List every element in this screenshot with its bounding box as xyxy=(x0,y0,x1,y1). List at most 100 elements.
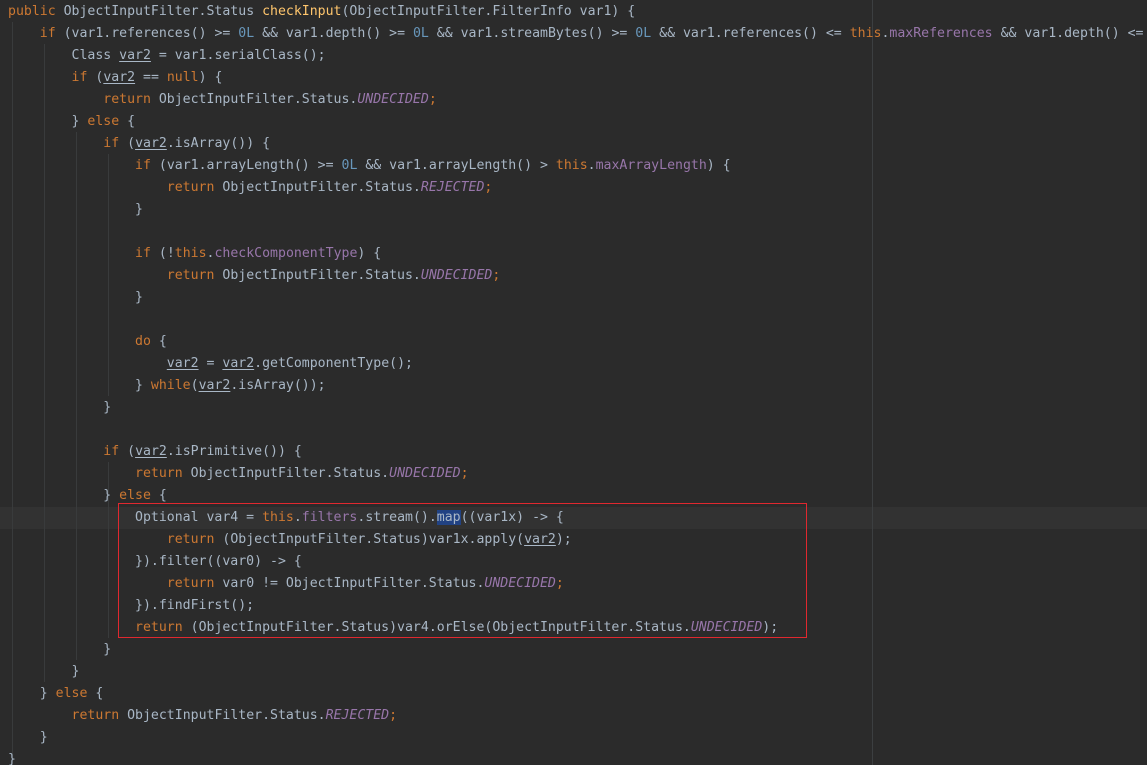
code-token: } xyxy=(8,202,143,217)
code-token: ( xyxy=(190,378,199,393)
code-token: var2 xyxy=(135,136,167,151)
code-token: == xyxy=(135,70,167,85)
code-token: ) { xyxy=(198,70,223,85)
code-line[interactable]: return ObjectInputFilter.Status.UNDECIDE… xyxy=(8,463,1147,485)
code-line[interactable] xyxy=(8,221,1147,243)
code-line[interactable]: return (ObjectInputFilter.Status)var1x.a… xyxy=(8,529,1147,551)
code-token: var0 != ObjectInputFilter.Status. xyxy=(214,576,485,591)
code-line[interactable]: } xyxy=(8,727,1147,749)
code-line[interactable]: }).filter((var0) -> { xyxy=(8,551,1147,573)
code-token: ( xyxy=(119,136,136,151)
code-token: public xyxy=(8,4,56,19)
code-line[interactable]: public ObjectInputFilter.Status checkInp… xyxy=(8,1,1147,23)
code-line[interactable]: return (ObjectInputFilter.Status)var4.or… xyxy=(8,617,1147,639)
code-line[interactable]: Optional var4 = this.filters.stream().ma… xyxy=(8,507,1147,529)
code-line[interactable]: } else { xyxy=(8,111,1147,133)
code-token: } xyxy=(8,730,48,745)
code-editor[interactable]: public ObjectInputFilter.Status checkInp… xyxy=(0,0,1147,765)
code-line[interactable]: if (!this.checkComponentType) { xyxy=(8,243,1147,265)
code-token: var2 xyxy=(135,444,167,459)
code-token: else xyxy=(55,686,88,701)
code-token: ObjectInputFilter.Status. xyxy=(119,708,326,723)
code-token: . xyxy=(293,510,302,525)
code-line[interactable]: } else { xyxy=(8,683,1147,705)
code-token: && var1.streamBytes() >= xyxy=(428,26,636,41)
code-token: do xyxy=(135,334,151,349)
code-token: 0L xyxy=(412,26,429,41)
code-line[interactable]: } xyxy=(8,749,1147,765)
code-token: }).filter((var0) -> { xyxy=(8,554,302,569)
code-line[interactable]: if (var2.isArray()) { xyxy=(8,133,1147,155)
code-token: Optional var4 = xyxy=(8,510,263,525)
code-token: REJECTED xyxy=(420,180,485,195)
code-token: .stream(). xyxy=(357,510,437,525)
code-token: UNDECIDED xyxy=(389,466,461,481)
code-token: && var1.depth() <= xyxy=(992,26,1147,41)
code-token: ; xyxy=(460,466,469,481)
code-token: .isArray()) { xyxy=(166,136,271,151)
code-token: while xyxy=(150,378,191,393)
code-line[interactable]: Class var2 = var1.serialClass(); xyxy=(8,45,1147,67)
code-line[interactable]: if (var1.arrayLength() >= 0L && var1.arr… xyxy=(8,155,1147,177)
code-lines[interactable]: public ObjectInputFilter.Status checkInp… xyxy=(8,1,1147,765)
code-token: if xyxy=(39,26,56,41)
code-token: return xyxy=(166,268,215,283)
code-token: && var1.depth() >= xyxy=(254,26,413,41)
code-line[interactable]: if (var1.references() >= 0L && var1.dept… xyxy=(8,23,1147,45)
code-token: null xyxy=(166,70,199,85)
code-line[interactable]: } xyxy=(8,661,1147,683)
code-token: var2 xyxy=(222,356,255,371)
code-line[interactable]: } xyxy=(8,199,1147,221)
code-line[interactable]: } else { xyxy=(8,485,1147,507)
code-token: REJECTED xyxy=(325,708,390,723)
code-line[interactable]: } xyxy=(8,639,1147,661)
code-line[interactable]: } while(var2.isArray()); xyxy=(8,375,1147,397)
code-token: if xyxy=(135,246,151,261)
code-token: if xyxy=(135,158,151,173)
code-line[interactable] xyxy=(8,419,1147,441)
code-line[interactable]: } xyxy=(8,397,1147,419)
code-token: .getComponentType(); xyxy=(254,356,413,371)
code-line[interactable]: return ObjectInputFilter.Status.UNDECIDE… xyxy=(8,89,1147,111)
code-line[interactable]: return ObjectInputFilter.Status.REJECTED… xyxy=(8,177,1147,199)
code-token: this xyxy=(262,510,294,525)
code-token: { xyxy=(150,488,167,503)
code-line[interactable]: } xyxy=(8,287,1147,309)
code-token: return xyxy=(166,180,215,195)
code-token: maxReferences xyxy=(889,26,993,41)
code-token: (! xyxy=(150,246,175,261)
code-line[interactable]: var2 = var2.getComponentType(); xyxy=(8,353,1147,375)
code-token: } xyxy=(8,488,120,503)
code-token: { xyxy=(150,334,167,349)
code-line[interactable]: return ObjectInputFilter.Status.REJECTED… xyxy=(8,705,1147,727)
code-line[interactable] xyxy=(8,309,1147,331)
code-line[interactable]: return ObjectInputFilter.Status.UNDECIDE… xyxy=(8,265,1147,287)
code-line[interactable]: if (var2.isPrimitive()) { xyxy=(8,441,1147,463)
code-line[interactable]: if (var2 == null) { xyxy=(8,67,1147,89)
code-token: maxArrayLength xyxy=(595,158,707,173)
code-token: }).findFirst(); xyxy=(8,598,255,613)
code-token: } xyxy=(8,114,88,129)
code-token: .isPrimitive()) { xyxy=(166,444,302,459)
code-token: var2 xyxy=(166,356,199,371)
code-token: } xyxy=(8,400,112,415)
code-token: (ObjectInputFilter.FilterInfo var1) { xyxy=(341,4,636,19)
code-token: ObjectInputFilter.Status. xyxy=(150,92,358,107)
code-line[interactable]: return var0 != ObjectInputFilter.Status.… xyxy=(8,573,1147,595)
code-line[interactable]: do { xyxy=(8,331,1147,353)
code-token: UNDECIDED xyxy=(420,268,493,283)
code-token: ObjectInputFilter.Status xyxy=(55,4,263,19)
code-token: (ObjectInputFilter.Status)var4.orElse(Ob… xyxy=(182,620,691,635)
code-token: var2 xyxy=(119,48,151,63)
code-token: UNDECIDED xyxy=(357,92,429,107)
code-token: checkInput xyxy=(262,4,342,19)
code-line[interactable]: }).findFirst(); xyxy=(8,595,1147,617)
code-token: UNDECIDED xyxy=(484,576,556,591)
